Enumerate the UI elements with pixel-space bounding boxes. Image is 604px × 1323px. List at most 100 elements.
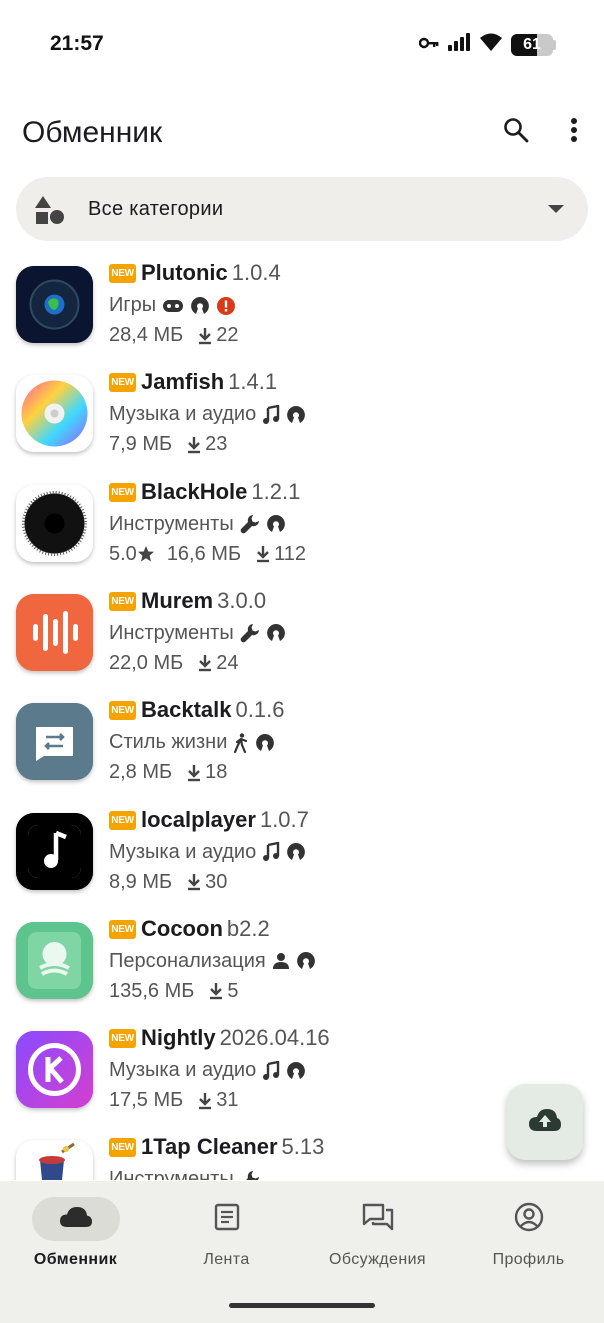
new-badge: NEW (109, 591, 136, 611)
nav-item-exchange[interactable]: Обменник (0, 1197, 151, 1277)
app-name: 1Tap Cleaner (141, 1134, 278, 1160)
app-version: 1.0.7 (259, 806, 309, 832)
app-icon[interactable] (16, 375, 93, 453)
search-button[interactable] (494, 110, 538, 154)
app-stats-line: 5.0 16,6 МБ 112 (109, 543, 306, 566)
page-title: Обменник (22, 116, 163, 149)
app-version: 5.13 (281, 1134, 325, 1160)
app-downloads: 18 (186, 761, 227, 784)
app-stats-line: 8,9 МБ 30 (109, 871, 227, 894)
app-category: Инструменты (109, 1168, 234, 1180)
music-note-icon (262, 404, 280, 425)
app-list[interactable]: NEW Plutonic 1.0.4 Игры 28,4 МБ 22 NEW Jamfish 1… (0, 256, 604, 1180)
app-version: b2.2 (226, 915, 270, 941)
nav-pill (334, 1197, 422, 1241)
app-title-line: Nightly 2026.04.16 (141, 1025, 330, 1051)
music-note-icon (262, 1060, 280, 1081)
gamepad-icon (162, 299, 184, 313)
app-name: BlackHole (141, 478, 248, 504)
app-downloads: 5 (208, 979, 239, 1003)
more-options-button[interactable] (552, 110, 596, 154)
nav-item-feed[interactable]: Лента (151, 1197, 302, 1277)
key-icon (418, 36, 439, 54)
upload-fab[interactable] (507, 1084, 583, 1160)
app-list-item[interactable]: NEW Plutonic 1.0.4 Игры 28,4 МБ 22 (0, 256, 604, 365)
new-badge: NEW (109, 810, 136, 830)
category-label: Все категории (88, 198, 224, 220)
app-icon[interactable] (16, 921, 93, 999)
app-size: 2,8 МБ (109, 761, 173, 784)
app-size: 16,6 МБ (166, 542, 242, 565)
app-version: 1.2.1 (251, 478, 301, 504)
battery-tip (553, 39, 556, 50)
app-rating: 5.0 (109, 543, 155, 566)
nav-label-exchange: Обменник (33, 1251, 118, 1268)
app-title-line: Cocoon b2.2 (141, 916, 270, 942)
app-icon[interactable] (16, 812, 93, 890)
app-name: localplayer (141, 806, 256, 832)
nav-item-profile[interactable]: Профиль (453, 1197, 604, 1277)
app-category: Инструменты (109, 621, 234, 644)
battery-icon: 61 (511, 33, 553, 56)
app-category-line: Стиль жизни (109, 731, 275, 754)
app-list-item[interactable]: NEW Murem 3.0.0 Инструменты 22,0 МБ 24 (0, 584, 604, 693)
app-category-line: Музыка и аудио (109, 1059, 306, 1082)
category-dropdown[interactable]: Все категории (16, 177, 588, 241)
app-name: Nightly (141, 1025, 216, 1051)
download-icon (197, 1092, 216, 1110)
app-category: Игры (109, 294, 157, 316)
app-icon[interactable] (16, 1031, 93, 1109)
app-icon[interactable] (16, 703, 93, 781)
app-list-item[interactable]: NEW Backtalk 0.1.6 Стиль жизни 2,8 МБ 18 (0, 693, 604, 802)
home-indicator[interactable] (229, 1303, 375, 1308)
app-list-item[interactable]: NEW localplayer 1.0.7 Музыка и аудио 8,9 МБ 3… (0, 803, 604, 912)
account-circle-icon (514, 1202, 544, 1237)
download-count: 5 (227, 979, 239, 1002)
opensource-icon (266, 623, 286, 643)
battery-percent: 61 (523, 35, 541, 53)
nav-label-discussions: Обсуждения (329, 1251, 426, 1268)
app-stats-line: 17,5 МБ 31 (109, 1089, 239, 1112)
app-title-line: Murem 3.0.0 (141, 588, 266, 614)
app-title-line: Plutonic 1.0.4 (141, 260, 281, 286)
app-size: 17,5 МБ (109, 1089, 184, 1112)
app-list-item[interactable]: NEW Jamfish 1.4.1 Музыка и аудио 7,9 МБ 23 (0, 365, 604, 474)
download-icon (186, 764, 205, 782)
opensource-icon (296, 951, 316, 971)
app-list-item[interactable]: NEW BlackHole 1.2.1 Инструменты 5.0 16,6 МБ 11… (0, 475, 604, 584)
app-icon[interactable] (16, 266, 93, 343)
wrench-icon (240, 1170, 260, 1180)
new-badge: NEW (109, 919, 136, 939)
category-shapes-icon (34, 195, 64, 230)
app-stats-line: 2,8 МБ 18 (109, 761, 227, 784)
nav-item-discussions[interactable]: Обсуждения (302, 1197, 453, 1277)
top-app-bar: Обменник (0, 100, 604, 170)
rating-value: 5.0 (109, 542, 137, 565)
app-category: Стиль жизни (109, 731, 228, 754)
app-icon[interactable] (16, 484, 93, 562)
nav-label-feed: Лента (203, 1251, 250, 1268)
app-icon[interactable] (16, 593, 93, 671)
opensource-icon (286, 405, 306, 425)
app-list-item[interactable]: NEW Cocoon b2.2 Персонализация 135,6 МБ 5 (0, 912, 604, 1021)
new-badge: NEW (109, 482, 136, 502)
app-name: Jamfish (141, 369, 225, 395)
app-downloads: 31 (197, 1089, 239, 1112)
app-version: 2026.04.16 (219, 1025, 330, 1051)
app-category-line: Инструменты (109, 622, 286, 645)
download-icon (197, 327, 216, 345)
nav-pill-active (31, 1197, 120, 1241)
download-count: 24 (216, 651, 239, 674)
app-name: Backtalk (141, 697, 232, 723)
app-downloads: 22 (197, 324, 239, 347)
app-version: 1.0.4 (231, 260, 281, 285)
person-icon (272, 952, 290, 970)
app-category-line: Инструменты (109, 513, 286, 536)
new-badge: NEW (109, 264, 136, 283)
forum-icon (362, 1203, 394, 1236)
app-icon[interactable] (16, 1140, 93, 1180)
wifi-icon (479, 32, 503, 57)
app-title-line: 1Tap Cleaner 5.13 (141, 1134, 324, 1160)
status-icons: 61 (418, 32, 556, 57)
warning-icon (216, 296, 236, 316)
